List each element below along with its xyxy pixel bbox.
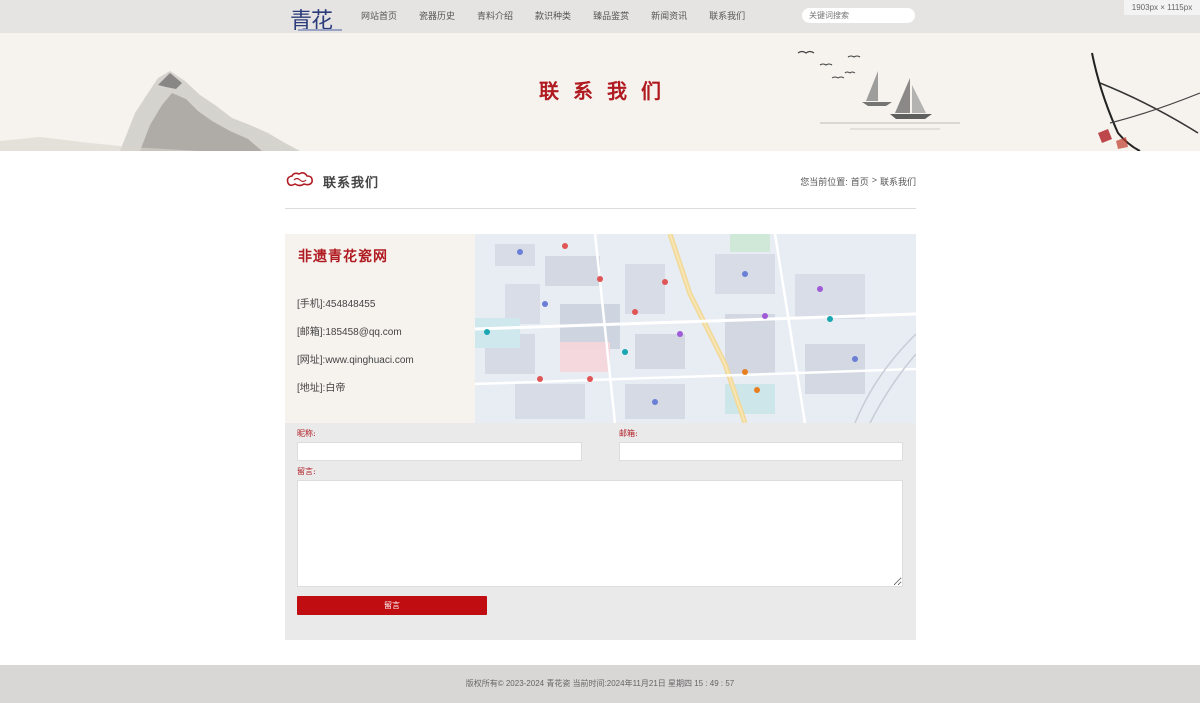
- page-footer: 版权所有© 2023-2024 青花瓷 当前时间:2024年11月21日 星期四…: [0, 665, 1200, 703]
- nickname-label: 昵称:: [297, 429, 316, 438]
- site-logo[interactable]: 青花瓷: [290, 3, 344, 66]
- top-navigation-bar: 青花瓷 网站首页 瓷器历史 青料介绍 款识种类 臻品鉴赏 新闻资讯 联系我们: [0, 0, 1200, 66]
- nav-item-home[interactable]: 网站首页: [350, 0, 408, 33]
- message-label: 留言:: [297, 467, 316, 476]
- nickname-input[interactable]: [297, 442, 582, 461]
- nav-item-history[interactable]: 瓷器历史: [408, 0, 466, 33]
- contact-phone: [手机]:454848455: [297, 299, 376, 310]
- contact-info-panel: 非遗青花瓷网 [手机]:454848455 [邮箱]:185458@qq.com…: [285, 234, 916, 423]
- dimensions-overlay: 1903px × 1115px: [1124, 0, 1200, 15]
- auspicious-cloud-icon: [286, 172, 313, 187]
- section-header: 联系我们 您当前位置: 首页 > 联系我们: [285, 167, 916, 209]
- message-form: 昵称: 邮箱: 留言: 留言: [285, 423, 916, 640]
- section-title: 联系我们: [323, 176, 380, 191]
- nav-item-marks[interactable]: 款识种类: [524, 0, 582, 33]
- breadcrumb-prefix: 您当前位置:: [800, 177, 848, 187]
- nav-item-news[interactable]: 新闻资讯: [640, 0, 698, 33]
- breadcrumb: 您当前位置: 首页 > 联系我们: [800, 175, 916, 188]
- nav-item-pigment[interactable]: 青料介绍: [466, 0, 524, 33]
- breadcrumb-current: 联系我们: [879, 177, 916, 187]
- contact-email: [邮箱]:185458@qq.com: [297, 327, 402, 338]
- page-banner: 联系我们: [0, 33, 1200, 151]
- main-nav: 网站首页 瓷器历史 青料介绍 款识种类 臻品鉴赏 新闻资讯 联系我们: [350, 0, 756, 33]
- search-input[interactable]: [802, 8, 915, 23]
- location-map[interactable]: [475, 234, 916, 423]
- footer-copyright: 版权所有© 2023-2024 青花瓷 当前时间:2024年11月21日 星期四…: [465, 679, 735, 688]
- site-name: 非遗青花瓷网: [298, 249, 388, 265]
- contact-address: [地址]:白帝: [297, 383, 346, 394]
- contact-website: [网址]:www.qinghuaci.com: [297, 355, 414, 366]
- breadcrumb-separator: >: [871, 175, 877, 185]
- email-input[interactable]: [619, 442, 903, 461]
- banner-title: 联系我们: [539, 79, 675, 103]
- email-label: 邮箱:: [619, 429, 638, 438]
- breadcrumb-home-link[interactable]: 首页: [851, 175, 869, 188]
- logo-underline: [298, 29, 342, 31]
- nav-item-contact[interactable]: 联系我们: [698, 0, 756, 33]
- nav-item-appreciation[interactable]: 臻品鉴赏: [582, 0, 640, 33]
- message-textarea[interactable]: [297, 480, 903, 587]
- map-graphic: [475, 234, 916, 423]
- submit-message-button[interactable]: 留言: [297, 596, 487, 615]
